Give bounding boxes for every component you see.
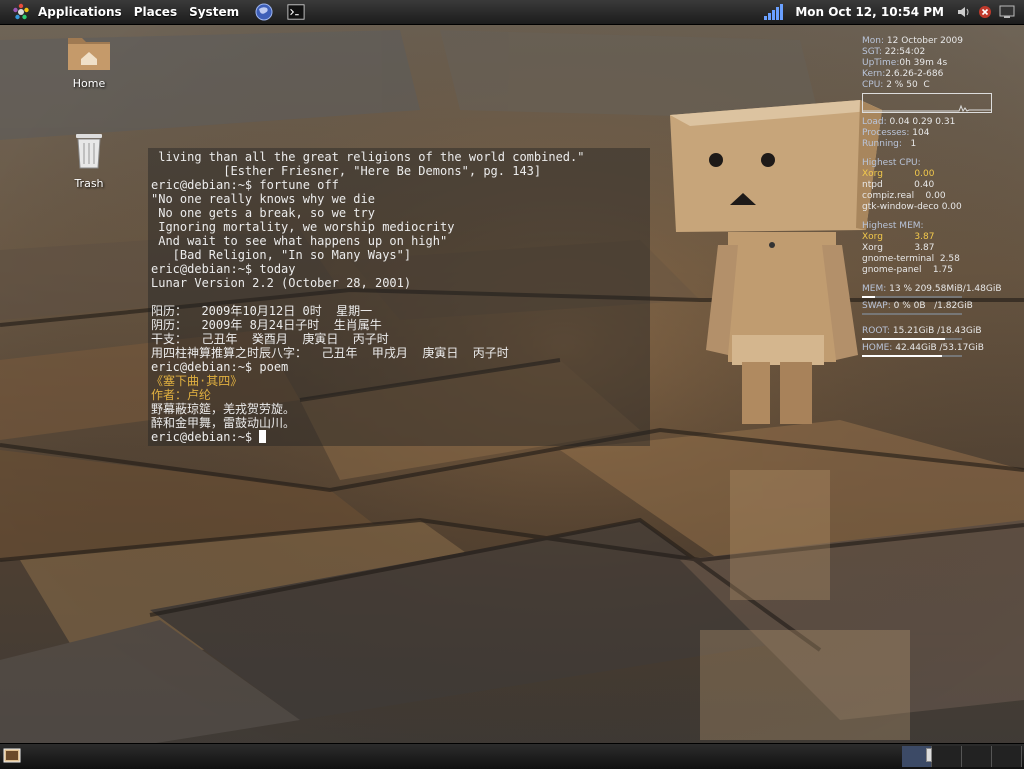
conky-mem-bar <box>862 296 962 298</box>
conky-mem-top-4: gnome-panel 1.75 <box>862 265 953 275</box>
desktop-icon-trash-label: Trash <box>74 177 104 190</box>
conky-system-monitor: Mon: 12 October 2009 SGT: 22:54:02 UpTim… <box>862 36 1012 360</box>
terminal-line: No one gets a break, so we try <box>151 206 375 220</box>
network-signal-applet[interactable] <box>761 0 787 24</box>
conky-root-disk: ROOT: 15.21GiB /18.43GiB <box>862 326 982 336</box>
terminal-line: 野幕蔽琼筵，羌戎贺劳旋。 <box>151 402 296 416</box>
applications-menu[interactable]: Applications <box>10 0 128 24</box>
terminal-line: Ignoring mortality, we worship mediocrit… <box>151 220 455 234</box>
show-desktop-applet-top[interactable] <box>996 0 1018 24</box>
conky-processes: Processes: 104 <box>862 128 930 138</box>
terminal-line: eric@debian:~$ poem <box>151 360 289 374</box>
desktop-icon-home[interactable]: Home <box>54 32 124 90</box>
terminal-line: eric@debian:~$ fortune off <box>151 178 339 192</box>
conky-cpu-top-2: ntpd 0.40 <box>862 180 935 190</box>
conky-swap-bar <box>862 313 962 315</box>
conky-cpu-top-4: gtk-window-deco 0.00 <box>862 202 962 212</box>
terminal-cursor <box>259 430 267 443</box>
clock[interactable]: Mon Oct 12, 10:54 PM <box>787 0 952 24</box>
system-menu-label: System <box>189 5 240 19</box>
workspace-3[interactable] <box>962 746 992 767</box>
web-browser-launcher[interactable] <box>253 0 275 24</box>
conky-cpu-top-1: Xorg 0.00 <box>862 169 935 179</box>
show-desktop-button[interactable] <box>3 747 21 765</box>
terminal-line: 阳历： 2009年10月12日 0时 星期一 <box>151 304 373 318</box>
conky-mem-top-1: Xorg 3.87 <box>862 232 935 242</box>
terminal-line: "No one really knows why we die <box>151 192 375 206</box>
conky-home-disk: HOME: 42.44GiB /53.17GiB <box>862 343 984 353</box>
applications-menu-label: Applications <box>38 5 122 19</box>
terminal-line: 醉和金甲舞，雷鼓动山川。 <box>151 416 296 430</box>
terminal-line: eric@debian:~$ today <box>151 262 296 276</box>
terminal-line: 干支： 己丑年 癸酉月 庚寅日 丙子时 <box>151 332 389 346</box>
conky-running: Running: 1 <box>862 139 917 149</box>
terminal-prompt-line[interactable]: eric@debian:~$ <box>151 430 650 444</box>
workspace-2[interactable] <box>932 746 962 767</box>
desktop-icon-trash[interactable]: Trash <box>54 128 124 190</box>
top-panel: Applications Places System Mon Oct 12, 1… <box>0 0 1024 25</box>
conky-home-bar <box>862 355 962 357</box>
gnome-foot-icon <box>12 3 30 21</box>
conky-mem: MEM: 13 % 209.58MiB/1.48GiB <box>862 284 1002 294</box>
conky-home-bar-fill <box>862 355 942 357</box>
conky-mem-bar-fill <box>862 296 875 298</box>
speaker-icon <box>954 3 972 21</box>
bottom-panel <box>0 743 1024 769</box>
conky-cpu-graph <box>862 93 992 113</box>
conky-root-bar <box>862 338 962 340</box>
conky-cpu: CPU: 2 % 50 C <box>862 80 930 90</box>
conky-mem-heading: Highest MEM: <box>862 221 924 231</box>
terminal-line: And wait to see what happens up on high" <box>151 234 448 248</box>
conky-cpu-heading: Highest CPU: <box>862 158 921 168</box>
conky-swap: SWAP: 0 % 0B /1.82GiB <box>862 301 973 311</box>
conky-mem-top-2: Xorg 3.87 <box>862 243 935 253</box>
places-menu-label: Places <box>133 5 178 19</box>
shutdown-icon <box>976 3 994 21</box>
places-menu[interactable]: Places <box>128 0 183 24</box>
conky-root-bar-fill <box>862 338 945 340</box>
network-signal-icon <box>763 3 785 21</box>
conky-date: Mon: 12 October 2009 <box>862 36 963 46</box>
terminal-window[interactable]: living than all the great religions of t… <box>148 148 650 446</box>
terminal-line: 用四柱神算推算之时辰八字： 己丑年 甲戌月 庚寅日 丙子时 <box>151 346 509 360</box>
conky-load: Load: 0.04 0.29 0.31 <box>862 117 956 127</box>
home-folder-icon <box>68 38 110 70</box>
monitor-icon <box>998 3 1016 21</box>
show-desktop-icon <box>3 748 21 763</box>
workspace-4[interactable] <box>992 746 1022 767</box>
terminal-line: living than all the great religions of t… <box>151 150 585 164</box>
volume-applet[interactable] <box>952 0 974 24</box>
conky-time: SGT: 22:54:02 <box>862 47 926 57</box>
system-menu[interactable]: System <box>183 0 245 24</box>
terminal-line: [Esther Friesner, "Here Be Demons", pg. … <box>151 164 542 178</box>
desktop-icon-home-label: Home <box>72 77 106 90</box>
terminal-line: 阴历： 2009年 8月24日子时 生肖属牛 <box>151 318 382 332</box>
terminal-icon <box>287 3 305 21</box>
terminal-prompt: eric@debian:~$ <box>151 430 260 444</box>
conky-kernel: Kern:2.6.26-2-686 <box>862 69 944 79</box>
terminal-line-poem-title: 《塞下曲·其四》 <box>151 374 243 388</box>
quit-applet[interactable] <box>974 0 996 24</box>
trash-icon <box>76 134 102 169</box>
terminal-launcher[interactable] <box>285 0 307 24</box>
terminal-line: [Bad Religion, "In so Many Ways"] <box>151 248 412 262</box>
terminal-line: Lunar Version 2.2 (October 28, 2001) <box>151 276 412 290</box>
conky-uptime: UpTime:0h 39m 4s <box>862 58 948 68</box>
conky-mem-top-3: gnome-terminal 2.58 <box>862 254 960 264</box>
workspace-switcher[interactable] <box>902 746 1022 767</box>
terminal-line-poem-author: 作者：卢纶 <box>151 388 212 402</box>
globe-icon <box>255 3 273 21</box>
workspace-1[interactable] <box>902 746 932 767</box>
conky-cpu-top-3: compiz.real 0.00 <box>862 191 946 201</box>
